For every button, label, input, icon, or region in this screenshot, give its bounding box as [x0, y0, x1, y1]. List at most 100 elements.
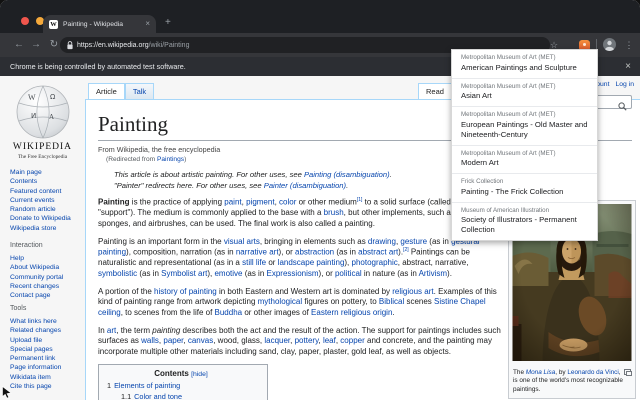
suggestion-item[interactable]: Metropolitan Museum of Art (MET) Modern A… — [452, 144, 597, 174]
wikipedia-globe-logo[interactable]: W Ω И A — [16, 84, 70, 147]
sidebar-link[interactable]: Donate to Wikipedia — [10, 214, 71, 223]
sidebar-link[interactable]: Wikipedia store — [10, 224, 71, 233]
suggestion-item[interactable]: Frick Collection Painting - The Frick Col… — [452, 173, 597, 202]
tab-read[interactable]: Read — [418, 83, 452, 99]
wiki-link[interactable]: color — [279, 198, 296, 207]
svg-text:И: И — [31, 112, 36, 120]
back-icon[interactable]: ← — [12, 33, 26, 57]
forward-icon[interactable]: → — [29, 33, 43, 57]
wiki-link[interactable]: paper — [163, 336, 183, 345]
sidebar-link[interactable]: Special pages — [10, 345, 61, 354]
sidebar-link[interactable]: Help — [10, 254, 63, 263]
wiki-link[interactable]: visual arts — [224, 237, 260, 246]
reload-icon[interactable]: ↻ — [47, 33, 61, 57]
wiki-link[interactable]: drawing — [368, 237, 396, 246]
wiki-link[interactable]: Paintings — [157, 156, 184, 163]
wiki-link[interactable]: Leonardo da Vinci — [567, 369, 618, 376]
suggestion-title: Painting - The Frick Collection — [461, 186, 564, 196]
sidebar-link[interactable]: Recent changes — [10, 282, 63, 291]
wiki-link[interactable]: Biblical — [379, 297, 404, 306]
text-span: , to scenes from the life of — [120, 307, 215, 317]
text-span: scenes — [404, 297, 435, 307]
wiki-link[interactable]: lacquer — [264, 336, 290, 345]
wiki-link[interactable]: Buddha — [215, 308, 243, 317]
wiki-link[interactable]: pottery — [295, 336, 319, 345]
sidebar-link[interactable]: Community portal — [10, 273, 63, 282]
wiki-link[interactable]: gesture — [400, 237, 427, 246]
toc-label: Elements of painting — [114, 380, 181, 390]
infobar-close-icon[interactable]: × — [625, 57, 631, 76]
wiki-link[interactable]: Artivism — [419, 269, 447, 278]
sidebar-link[interactable]: Cite this page — [10, 382, 61, 391]
table-of-contents: Contents [hide] 1 Elements of painting 1.1… — [98, 364, 268, 400]
wiki-link[interactable]: Expressionism — [267, 269, 319, 278]
wiki-link[interactable]: mythological — [258, 297, 302, 306]
wiki-link[interactable]: canvas — [188, 336, 213, 345]
sidebar-link[interactable]: Wikidata item — [10, 373, 61, 382]
wiki-link[interactable]: history of painting — [154, 287, 217, 296]
wiki-link[interactable]: leaf — [323, 336, 336, 345]
wiki-link[interactable]: Painting (disambiguation) — [304, 170, 390, 179]
wiki-link[interactable]: abstract art — [358, 248, 398, 257]
profile-avatar[interactable] — [603, 38, 616, 56]
wiki-link[interactable]: symbolistic — [98, 269, 137, 278]
sidebar-link[interactable]: Current events — [10, 196, 71, 205]
sidebar-link[interactable]: Random article — [10, 205, 71, 214]
wiki-link[interactable]: paint — [224, 198, 241, 207]
wiki-link[interactable]: photographic — [352, 258, 398, 267]
personal-link[interactable]: Log in — [615, 81, 634, 88]
suggestion-source: Frick Collection — [461, 178, 504, 185]
toc-entry[interactable]: 1.1 Color and tone — [121, 392, 255, 400]
tab-article[interactable]: Article — [88, 83, 125, 99]
browser-tab[interactable]: W Painting - Wikipedia × — [43, 15, 156, 33]
toc-entry[interactable]: 1 Elements of painting — [107, 381, 255, 390]
sidebar-main-nav: Main page Contents Featured content Current… — [10, 168, 71, 233]
wiki-link[interactable]: political — [335, 269, 362, 278]
wiki-link[interactable]: art — [107, 326, 116, 335]
sidebar-link[interactable]: Main page — [10, 168, 71, 177]
wiki-link[interactable]: Eastern religious origin — [311, 308, 392, 317]
wiki-link[interactable]: narrative art — [236, 248, 279, 257]
suggestion-source: Museum of American Illustration — [461, 206, 550, 214]
wiki-link[interactable]: walls — [141, 336, 159, 345]
new-tab-icon[interactable]: + — [165, 17, 171, 29]
magnify-icon[interactable] — [624, 369, 632, 376]
sidebar-link[interactable]: What links here — [10, 317, 61, 326]
wiki-link[interactable]: copper — [340, 336, 364, 345]
wiki-link[interactable]: religious art — [392, 287, 433, 296]
suggestion-source: Metropolitan Museum of Art (MET) — [461, 82, 556, 90]
wiki-link[interactable]: emotive — [214, 269, 242, 278]
infobar-message: Chrome is being controlled by automated … — [10, 62, 186, 71]
sidebar-link[interactable]: Upload file — [10, 336, 61, 345]
text-span: The — [513, 369, 526, 376]
text-span: or other images of — [242, 307, 312, 317]
wiki-link[interactable]: Mona Lisa — [526, 369, 556, 376]
sidebar-link[interactable]: Contact page — [10, 291, 63, 300]
tab-close-icon[interactable]: × — [145, 20, 150, 28]
suggestion-item[interactable]: Metropolitan Museum of Art (MET) American… — [452, 50, 597, 78]
sidebar-link[interactable]: Featured content — [10, 187, 71, 196]
sidebar-link[interactable]: Page information — [10, 363, 61, 372]
wiki-link[interactable]: still life — [242, 258, 266, 267]
suggestion-item[interactable]: Museum of American Illustration Society o… — [452, 201, 597, 241]
sidebar-link[interactable]: About Wikipedia — [10, 263, 63, 272]
wiki-link[interactable]: brush — [324, 208, 344, 217]
sidebar-link[interactable]: Contents — [10, 177, 71, 186]
wiki-link[interactable]: landscape painting — [278, 258, 345, 267]
text-span: A portion of the — [98, 286, 155, 296]
suggestion-item[interactable]: Metropolitan Museum of Art (MET) Asian Ar… — [452, 77, 597, 107]
menu-kebab-icon[interactable]: ⋮ — [622, 33, 636, 57]
sidebar-link[interactable]: Related changes — [10, 326, 61, 335]
suggestion-item[interactable]: Metropolitan Museum of Art (MET) European… — [452, 106, 597, 145]
wiki-link[interactable]: Symbolist art — [161, 269, 207, 278]
search-icon[interactable] — [618, 98, 627, 116]
paragraph: In art, the term painting describes both… — [98, 326, 504, 358]
toc-hide-toggle[interactable]: [hide] — [191, 371, 208, 378]
macos-close-button[interactable] — [21, 17, 29, 25]
sidebar-heading-interaction: Interaction — [10, 242, 43, 249]
tab-talk[interactable]: Talk — [124, 83, 155, 99]
wiki-link[interactable]: abstraction — [295, 248, 334, 257]
wiki-link[interactable]: pigment — [246, 198, 274, 207]
sidebar-link[interactable]: Permanent link — [10, 354, 61, 363]
wiki-link[interactable]: Painter (disambiguation) — [264, 181, 346, 190]
